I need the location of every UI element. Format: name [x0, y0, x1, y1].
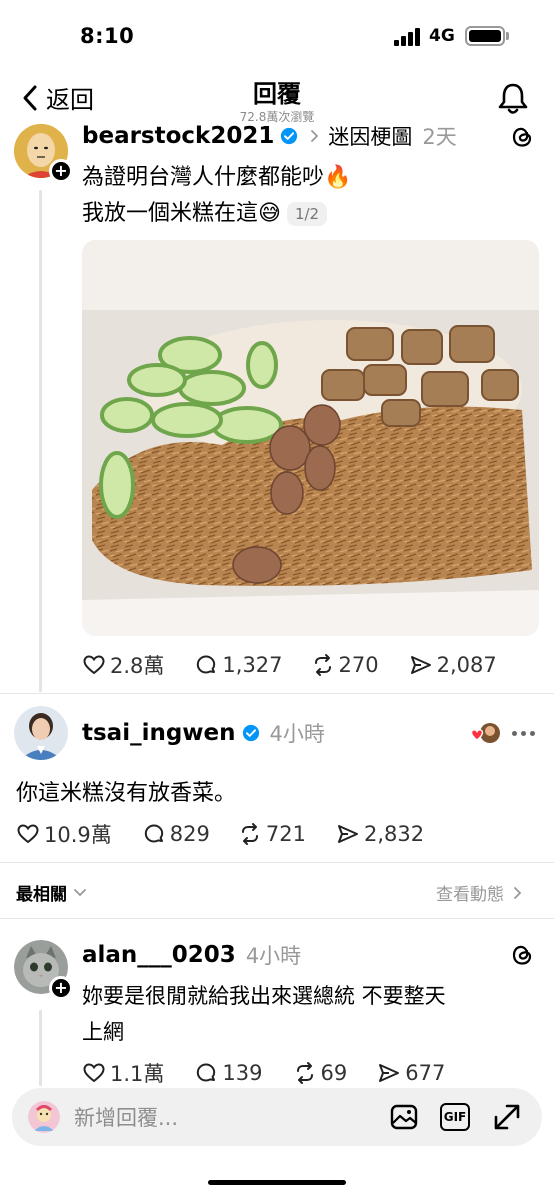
view-activity-label: 查看動態: [436, 885, 504, 905]
signal-icon: [394, 28, 422, 46]
like-count: 10.9萬: [44, 823, 112, 847]
comment-count: 139: [222, 1061, 263, 1085]
network-type: 4G: [429, 26, 455, 46]
home-indicator: [208, 1180, 346, 1185]
reply-text: 你這米糕沒有放香菜。: [16, 781, 237, 806]
post-actions: 2.8萬 1,327 270 2,087: [82, 650, 497, 680]
divider: [0, 918, 554, 919]
heart-icon: [83, 655, 105, 675]
like-button[interactable]: 2.8萬: [82, 650, 164, 680]
share-count: 2,832: [363, 822, 425, 846]
expand-icon[interactable]: [492, 1102, 522, 1132]
comment-button[interactable]: 829: [142, 822, 210, 846]
comment-icon: [144, 824, 163, 843]
verified-icon: [242, 724, 259, 742]
comment-username[interactable]: alan___0203: [82, 942, 236, 968]
battery-icon: [465, 26, 505, 46]
divider: [0, 693, 554, 694]
more-icon[interactable]: [512, 731, 535, 736]
post-text: 為證明台灣人什麼都能吵🔥 我放一個米糕在這😅 1/2: [82, 160, 351, 232]
sort-label: 最相關: [16, 885, 67, 905]
like-count: 1.1萬: [110, 1062, 165, 1086]
repost-icon: [241, 823, 258, 845]
post-time: 2天: [422, 125, 457, 149]
gif-label: GIF: [443, 1110, 467, 1124]
gif-button[interactable]: GIF: [440, 1103, 470, 1131]
follow-plus-icon[interactable]: +: [49, 976, 73, 1000]
page-title: 回覆: [253, 80, 301, 108]
repost-button[interactable]: 270: [311, 653, 379, 677]
post-username[interactable]: bearstock2021: [82, 123, 274, 149]
heart-icon: [17, 824, 39, 844]
avatar: [28, 1101, 60, 1133]
comment-time: 4小時: [245, 944, 302, 968]
comment-line-1: 妳要是很閒就給我出來選總統 不要整天: [82, 984, 446, 1008]
liked-by-author-icon: [470, 722, 501, 746]
repost-button[interactable]: 69: [293, 1061, 348, 1085]
share-button[interactable]: 677: [377, 1061, 445, 1085]
reply-actions: 10.9萬 829 721 2,832: [16, 819, 424, 849]
image-icon[interactable]: [390, 1103, 418, 1131]
comment-actions: 1.1萬 139 69 677: [82, 1058, 445, 1088]
follow-plus-icon[interactable]: +: [49, 159, 73, 183]
repost-count: 721: [265, 822, 306, 846]
avatar[interactable]: [14, 706, 68, 760]
send-icon: [379, 1064, 400, 1082]
share-button[interactable]: 2,832: [336, 822, 424, 846]
chevron-down-icon: [74, 888, 86, 896]
chevron-right-icon: [311, 130, 319, 142]
chevron-right-icon: [514, 886, 522, 899]
threads-icon[interactable]: [510, 942, 534, 968]
thread-line: [39, 190, 42, 692]
image-counter: 1/2: [286, 202, 328, 226]
threads-icon[interactable]: [510, 124, 534, 150]
reply-time: 4小時: [269, 722, 325, 746]
reply-input[interactable]: 新增回覆...: [74, 1102, 178, 1132]
share-count: 2,087: [436, 653, 497, 677]
divider: [0, 862, 554, 863]
repost-button[interactable]: 721: [238, 822, 306, 846]
send-icon: [410, 656, 431, 674]
comment-count: 1,327: [222, 653, 283, 677]
share-count: 677: [405, 1061, 446, 1085]
status-bar: 8:10 4G: [0, 0, 554, 72]
verified-icon: [281, 127, 298, 145]
view-activity-link[interactable]: 查看動態: [436, 880, 522, 905]
post-line-2: 我放一個米糕在這😅: [82, 201, 281, 226]
post-line-2-wrap: 我放一個米糕在這😅 1/2: [82, 196, 351, 232]
send-icon: [337, 825, 358, 843]
reply-composer[interactable]: 新增回覆... GIF: [12, 1088, 542, 1146]
sort-dropdown[interactable]: 最相關: [16, 880, 87, 905]
reply-header: tsai_ingwen 4小時: [82, 718, 325, 748]
bell-icon[interactable]: [496, 80, 530, 116]
comment-button[interactable]: 1,327: [194, 653, 283, 677]
repost-count: 69: [320, 1061, 348, 1085]
like-button[interactable]: 1.1萬: [82, 1058, 164, 1088]
status-time: 8:10: [80, 24, 135, 48]
comment-line-2: 上網: [82, 1020, 124, 1044]
heart-icon: [83, 1063, 105, 1083]
comment-button[interactable]: 139: [194, 1061, 263, 1085]
post-line-1: 為證明台灣人什麼都能吵🔥: [82, 165, 352, 190]
repost-count: 270: [338, 653, 379, 677]
comment-icon: [197, 655, 216, 674]
thread-line: [39, 1010, 42, 1086]
comment-header: alan___0203 4小時: [82, 940, 301, 970]
comment-icon: [197, 1063, 216, 1082]
reply-username[interactable]: tsai_ingwen: [82, 720, 236, 746]
post-topic[interactable]: 迷因梗圖: [328, 121, 412, 151]
comment-text: 妳要是很閒就給我出來選總統 不要整天 上網: [82, 978, 446, 1050]
like-button[interactable]: 10.9萬: [16, 819, 112, 849]
post-image[interactable]: [82, 240, 539, 636]
post-header: bearstock2021 迷因梗圖 2天: [82, 121, 457, 151]
repost-icon: [314, 654, 331, 676]
like-count: 2.8萬: [110, 654, 165, 678]
share-button[interactable]: 2,087: [409, 653, 497, 677]
comment-count: 829: [169, 822, 210, 846]
repost-icon: [296, 1062, 313, 1084]
nav-header: 返回 回覆 72.8萬次瀏覽: [0, 72, 554, 126]
